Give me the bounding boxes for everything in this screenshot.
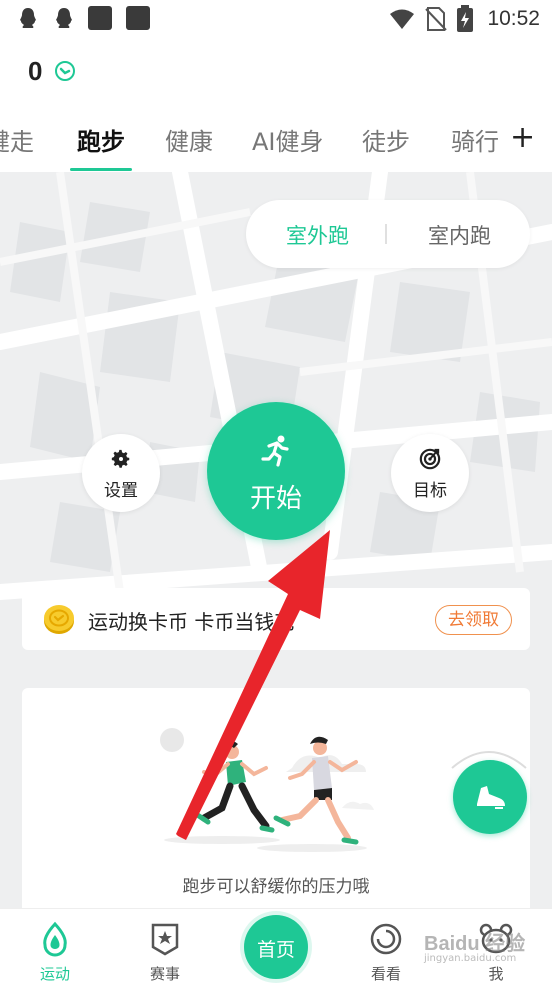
nav-events[interactable]: 赛事 <box>125 909 205 983</box>
nav-sport-label: 运动 <box>39 965 70 983</box>
runners-illustration <box>160 728 374 852</box>
running-person-icon <box>261 435 289 467</box>
run-mode-switch: 室外跑 室内跑 <box>246 200 530 268</box>
claim-button[interactable]: 去领取 <box>435 605 512 635</box>
settings-button[interactable]: 设置 <box>82 434 160 512</box>
target-button[interactable]: 目标 <box>391 434 469 512</box>
nav-home-label: 首页 <box>256 939 295 961</box>
sport-drop-icon <box>43 921 67 957</box>
tab-walk[interactable]: 健走 <box>0 122 34 157</box>
watermark: Baidu 经验 <box>424 933 526 955</box>
map-area: 室外跑 室内跑 设置 开始 目标 运动换卡币 卡币当钱花 去领取 跑步可以舒缓你… <box>0 172 552 908</box>
app-icon <box>126 6 150 30</box>
running-shoe-button[interactable] <box>453 760 527 834</box>
nav-home[interactable]: 首页 <box>244 915 308 979</box>
qq-icon <box>56 8 72 28</box>
outdoor-run-option[interactable]: 室外跑 <box>286 220 349 250</box>
coin-icon[interactable] <box>54 60 76 82</box>
qq-icon <box>20 8 36 28</box>
status-bar: 10:52 <box>0 0 552 40</box>
mode-divider <box>385 224 387 244</box>
app-icon <box>88 6 112 30</box>
tab-run[interactable]: 跑步 <box>77 122 125 157</box>
swirl-icon <box>370 923 402 955</box>
gear-icon <box>111 449 130 468</box>
start-label: 开始 <box>249 484 302 514</box>
nav-look-label: 看看 <box>370 965 401 983</box>
nav-sport[interactable]: 运动 <box>15 909 95 983</box>
wifi-icon <box>390 9 414 29</box>
tab-indicator <box>70 168 132 171</box>
status-time: 10:52 <box>487 7 540 30</box>
settings-label: 设置 <box>104 481 138 501</box>
nav-look[interactable]: 看看 <box>346 909 426 983</box>
start-button[interactable]: 开始 <box>207 402 345 540</box>
battery-charging-icon <box>457 5 473 32</box>
gold-coin-icon <box>44 605 74 634</box>
sport-tabs: 健走 跑步 健康 AI健身 徒步 骑行 + <box>0 118 552 172</box>
nav-me-label: 我 <box>488 965 504 983</box>
illustration-caption: 跑步可以舒缓你的压力哦 <box>182 877 370 897</box>
running-shoe-icon <box>477 786 505 809</box>
tab-ai-fitness[interactable]: AI健身 <box>252 122 324 157</box>
target-icon <box>419 448 441 470</box>
tab-cycling[interactable]: 骑行 <box>451 122 499 157</box>
indoor-run-option[interactable]: 室内跑 <box>428 220 491 250</box>
tab-health[interactable]: 健康 <box>165 122 213 157</box>
add-tab-button[interactable]: + <box>510 120 535 155</box>
tab-hiking[interactable]: 徒步 <box>362 122 410 157</box>
bottom-navigation: 运动 赛事 首页 看看 我 Baidu 经验 jingyan.baidu.com <box>0 908 552 983</box>
target-label: 目标 <box>413 481 447 501</box>
no-sim-icon <box>425 7 447 31</box>
nav-events-label: 赛事 <box>149 965 180 983</box>
coin-count[interactable]: 0 <box>28 56 42 87</box>
promo-text: 运动换卡币 卡币当钱花 <box>88 610 295 634</box>
promo-banner[interactable]: 运动换卡币 卡币当钱花 去领取 <box>22 588 530 650</box>
badge-star-icon <box>151 923 179 956</box>
header: 0 健走 跑步 健康 AI健身 徒步 骑行 + <box>0 40 552 172</box>
watermark-url: jingyan.baidu.com <box>424 953 517 964</box>
